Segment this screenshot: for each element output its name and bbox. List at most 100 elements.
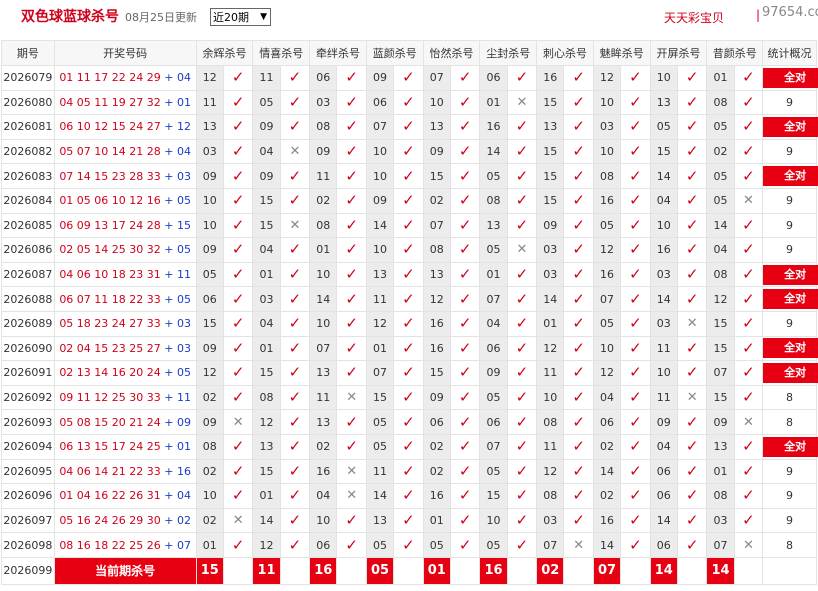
- check-icon: ✓: [742, 461, 755, 480]
- check-icon: ✓: [345, 265, 358, 284]
- plus-sign: +: [160, 415, 177, 429]
- kill-result: ✓: [506, 187, 538, 214]
- check-icon: ✓: [685, 486, 699, 505]
- red-balls: 02 05 14 25 30 32: [59, 243, 161, 257]
- kill-number: 01: [195, 532, 224, 558]
- check-icon: ✓: [402, 510, 415, 529]
- kill-result: ✓: [393, 89, 424, 116]
- kill-result: ✓: [279, 335, 311, 362]
- kill-number: 15: [536, 138, 565, 165]
- check-icon: ✓: [288, 412, 302, 431]
- stat-summary: 全对: [762, 65, 818, 91]
- kill-result: ✓: [620, 409, 651, 435]
- period-select[interactable]: 近20期 ▼: [210, 8, 271, 26]
- kill-result: ✓: [279, 114, 311, 140]
- blue-ball: 03: [177, 169, 191, 183]
- empty-cell: [563, 556, 594, 585]
- kill-number: 14: [365, 212, 395, 239]
- kill-number: 10: [365, 138, 395, 165]
- check-icon: ✓: [231, 338, 245, 357]
- blue-ball: 05: [177, 243, 191, 257]
- kill-number: 01: [536, 310, 565, 337]
- kill-result: ✓: [222, 65, 254, 91]
- kill-number: 08: [592, 163, 622, 189]
- kill-number: 12: [422, 286, 451, 312]
- kill-number: 05: [479, 458, 508, 485]
- kill-number: 13: [422, 114, 451, 140]
- check-icon: ✓: [288, 486, 302, 505]
- kill-result: ✓: [676, 114, 708, 140]
- kill-number: 04: [309, 483, 338, 509]
- kill-number: 10: [649, 212, 678, 239]
- blue-ball: 15: [177, 218, 191, 232]
- kill-result: ✓: [506, 114, 538, 140]
- kill-number: 06: [195, 286, 224, 312]
- col-kill-6: 尘封杀号: [479, 40, 538, 66]
- red-balls: 05 16 24 26 29 30: [59, 513, 161, 527]
- check-icon: ✓: [685, 92, 699, 111]
- blue-ball: 07: [177, 538, 191, 552]
- check-icon: ✓: [685, 117, 699, 136]
- kill-number: 05: [479, 532, 508, 558]
- draw-numbers: 01 05 06 10 12 16 + 05: [53, 187, 197, 214]
- kill-result: ✓: [506, 138, 538, 165]
- stat-summary: 全对: [762, 360, 818, 386]
- kill-result: ✓: [620, 114, 651, 140]
- site-name-link[interactable]: 天天彩宝贝: [664, 9, 724, 26]
- check-icon: ✓: [288, 338, 302, 357]
- cross-icon: ✕: [346, 488, 358, 504]
- current-kill-number: 05: [365, 556, 395, 585]
- empty-cell: [733, 556, 764, 585]
- check-icon: ✓: [231, 68, 245, 87]
- kill-number: 09: [706, 409, 735, 435]
- kill-result: ✓: [676, 163, 708, 189]
- check-icon: ✓: [572, 215, 585, 234]
- red-balls: 04 06 10 18 23 31: [59, 268, 161, 282]
- kill-result: ✓: [336, 187, 367, 214]
- kill-number: 01: [479, 261, 508, 288]
- stat-summary: 全对: [762, 261, 818, 288]
- kill-result: ✕: [279, 212, 311, 239]
- kill-result: ✓: [279, 532, 311, 558]
- check-icon: ✓: [572, 191, 585, 210]
- check-icon: ✓: [629, 363, 642, 382]
- check-icon: ✓: [515, 412, 529, 431]
- plus-sign: +: [160, 464, 177, 478]
- kill-number: 15: [706, 335, 735, 362]
- kill-result: ✕: [733, 187, 764, 214]
- kill-number: 16: [309, 458, 338, 485]
- kill-number: 04: [252, 310, 281, 337]
- cross-icon: ✕: [742, 193, 754, 209]
- issue-number: 2026087: [1, 261, 55, 288]
- kill-number: 06: [309, 532, 338, 558]
- blue-ball: 01: [177, 440, 191, 454]
- kill-number: 04: [252, 237, 281, 263]
- kill-number: 01: [365, 335, 395, 362]
- col-kill-2: 情喜杀号: [252, 40, 311, 66]
- kill-number: 04: [479, 310, 508, 337]
- kill-result: ✓: [279, 483, 311, 509]
- check-icon: ✓: [572, 142, 585, 161]
- check-icon: ✓: [629, 240, 642, 259]
- kill-result: ✓: [336, 138, 367, 165]
- check-icon: ✓: [742, 166, 755, 185]
- col-kill-9: 开屏杀号: [649, 40, 708, 66]
- check-icon: ✓: [629, 338, 642, 357]
- kill-number: 05: [706, 163, 735, 189]
- check-icon: ✓: [515, 68, 529, 87]
- kill-number: 02: [422, 433, 451, 460]
- kill-number: 10: [309, 261, 338, 288]
- check-icon: ✓: [458, 388, 472, 407]
- kill-result: ✓: [563, 138, 594, 165]
- kill-result: ✓: [563, 261, 594, 288]
- kill-result: ✓: [449, 237, 481, 263]
- kill-result: ✓: [393, 114, 424, 140]
- kill-result: ✓: [449, 360, 481, 386]
- check-icon: ✓: [515, 265, 529, 284]
- kill-result: ✓: [393, 187, 424, 214]
- stat-summary: 全对: [762, 163, 818, 189]
- kill-number: 14: [649, 507, 678, 534]
- check-icon: ✓: [742, 486, 755, 505]
- kill-result: ✓: [506, 409, 538, 435]
- kill-number: 05: [649, 114, 678, 140]
